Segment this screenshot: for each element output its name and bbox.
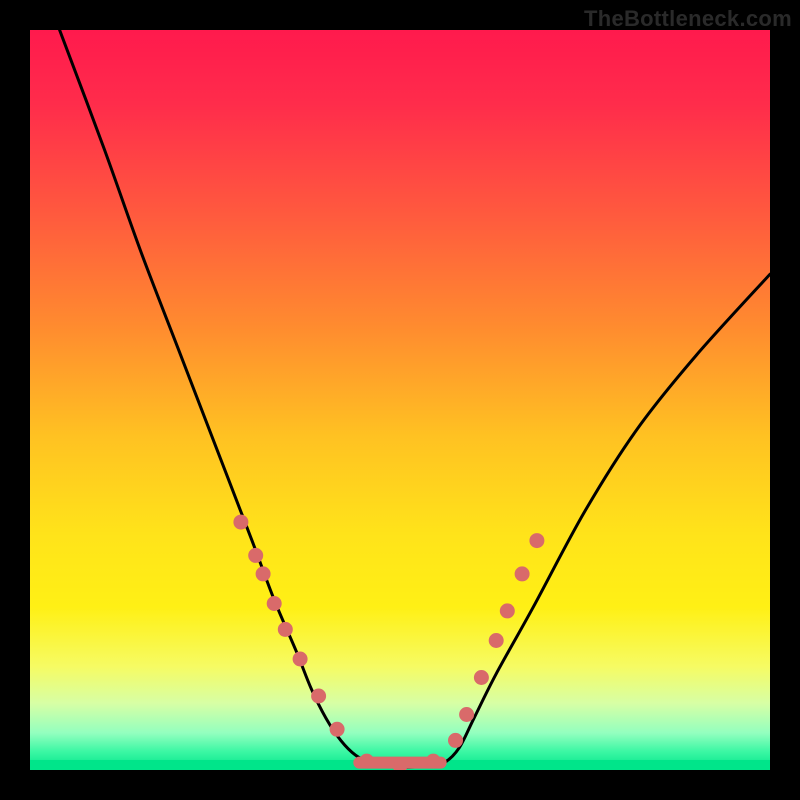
marker-dot [256,567,270,581]
marker-dot [489,634,503,648]
marker-dot [234,515,248,529]
marker-dot [312,689,326,703]
marker-dot [500,604,514,618]
watermark-text: TheBottleneck.com [584,6,792,32]
marker-dot [267,597,281,611]
marker-dot [474,671,488,685]
marker-dot [515,567,529,581]
marker-dots [234,515,544,770]
marker-dot [278,622,292,636]
curve-layer [30,30,770,770]
marker-dot [530,534,544,548]
marker-dot [330,722,344,736]
marker-dot [360,754,374,768]
marker-dot [426,754,440,768]
marker-dot [249,548,263,562]
bottleneck-curve [60,30,770,767]
plot-area [30,30,770,770]
marker-dot [449,733,463,747]
chart-container: TheBottleneck.com [0,0,800,800]
marker-dot [293,652,307,666]
marker-dot [393,759,407,770]
marker-dot [460,708,474,722]
